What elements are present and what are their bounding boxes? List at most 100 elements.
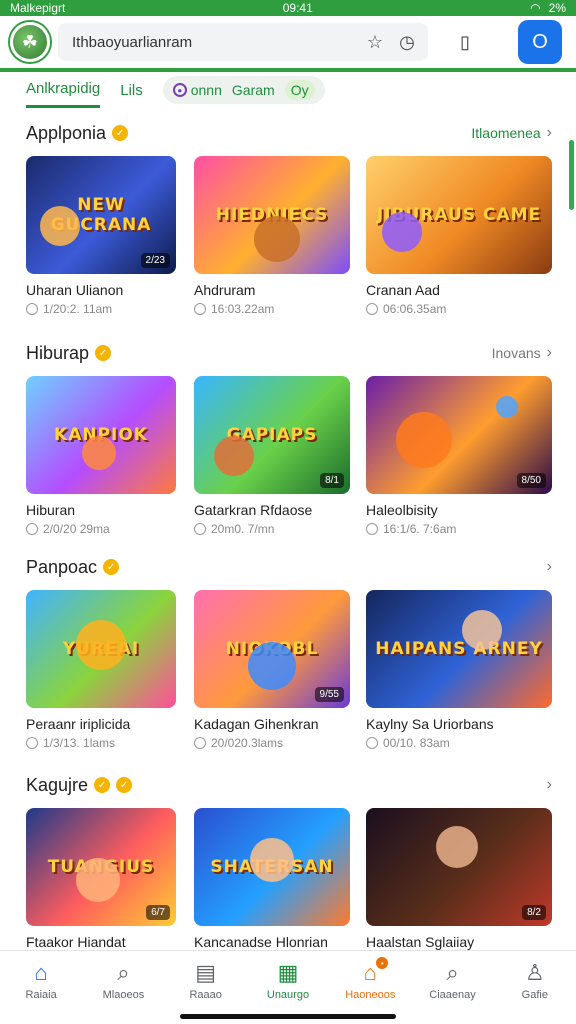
nav-home[interactable]: ⌂ Raiaia xyxy=(0,951,82,1010)
home-indicator[interactable] xyxy=(180,1014,396,1019)
time-icon xyxy=(26,737,38,749)
time-icon xyxy=(26,523,38,535)
tab-0[interactable]: Anlkrapidig xyxy=(26,72,101,108)
card-name: Ahdruram xyxy=(194,282,256,298)
nav-library[interactable]: ▤ Raaao xyxy=(165,951,247,1010)
card-meta: 20m0. 7/mn xyxy=(194,522,350,536)
card-name: Kaylny Sa Uriorbans xyxy=(366,716,494,732)
card-meta-text: 1/20:2. 11am xyxy=(43,302,113,316)
chip-0[interactable]: ● onnn xyxy=(172,82,222,98)
person-icon: ♙ xyxy=(524,959,545,985)
chevron-right-icon: › xyxy=(546,776,552,793)
card-meta-text: 16:1/6. 7:6am xyxy=(383,522,457,536)
card-name: Uharan Ulianon xyxy=(26,282,124,298)
nav-profile[interactable]: ♙ Gafie xyxy=(494,951,576,1010)
game-card[interactable]: SHATERSAN Kancanadse Hlonrian xyxy=(194,808,350,950)
nav-games[interactable]: ▦ Unaurgo xyxy=(247,951,329,1010)
chip-group: ● onnn Garam Oy xyxy=(162,76,325,104)
game-thumbnail[interactable]: SHATERSAN xyxy=(194,808,350,926)
card-meta: 20/020.3lams xyxy=(194,736,350,750)
verified-badge-icon: ✓ xyxy=(95,345,112,361)
card-meta: 00/10. 83am xyxy=(366,736,552,750)
character-shape xyxy=(214,436,254,476)
section-2: Panpoac ✓ › YUREAI Peraanr iriplicida 1/… xyxy=(0,552,576,750)
game-card[interactable]: YUREAI Peraanr iriplicida 1/3/13. 1lams xyxy=(26,590,176,750)
game-thumbnail[interactable]: NIOKOBL 9/55 xyxy=(194,590,350,708)
game-card[interactable]: JIBURAUS CAME Cranan Aad 06:06.35am xyxy=(366,156,552,316)
card-name: Hiburan xyxy=(26,502,76,518)
thumbnail-badge: 8/2 xyxy=(522,905,546,920)
see-more-link[interactable]: › xyxy=(547,776,552,794)
search-field[interactable]: Ithbaoyuarlianram ☆ ◷ xyxy=(58,23,428,61)
game-thumbnail[interactable]: TUANGIUS 6/7 xyxy=(26,808,176,926)
time-icon xyxy=(194,737,206,749)
nav-search[interactable]: ⌕ Mlaoeos xyxy=(82,951,164,1010)
card-meta: 16:1/6. 7:6am xyxy=(366,522,552,536)
game-thumbnail[interactable]: NEW GUCRANA 2/23 xyxy=(26,156,176,274)
chip-2[interactable]: Oy xyxy=(284,80,315,100)
info-icon[interactable]: ▯ xyxy=(450,27,480,57)
section-header: Kagujre ✓ ✓ › xyxy=(0,770,576,800)
card-row: NEW GUCRANA 2/23 Uharan Ulianon 1/20:2. … xyxy=(0,156,576,316)
nav-notifications[interactable]: ⌂ • Haoneoos xyxy=(329,951,411,1010)
game-thumbnail[interactable]: GAPIAPS 8/1 xyxy=(194,376,350,494)
card-meta-text: 06:06.35am xyxy=(383,302,447,316)
chip-0-label: onnn xyxy=(190,82,222,98)
see-more-link[interactable]: Inovans › xyxy=(492,344,552,362)
record-icon: ● xyxy=(172,83,187,97)
thumbnail-badge: 6/7 xyxy=(146,905,170,920)
game-thumbnail[interactable]: 8/2 xyxy=(366,808,552,926)
game-thumbnail[interactable]: JIBURAUS CAME xyxy=(366,156,552,274)
primary-action-button[interactable]: O xyxy=(518,20,562,64)
game-card[interactable]: NIOKOBL 9/55 Kadagan Gihenkran 20/020.3l… xyxy=(194,590,350,750)
nav-label: Mlaoeos xyxy=(102,988,145,1001)
character-shape xyxy=(382,212,422,252)
game-card[interactable]: KANPIOK Hiburan 2/0/20 29ma xyxy=(26,376,176,536)
game-thumbnail[interactable]: KANPIOK xyxy=(26,376,176,494)
card-name: Peraanr iriplicida xyxy=(26,716,131,732)
card-name: Kancanadse Hlonrian xyxy=(194,934,328,950)
character-shape xyxy=(254,216,300,262)
section-header: Panpoac ✓ › xyxy=(0,552,576,582)
card-meta: 2/0/20 29ma xyxy=(26,522,176,536)
card-meta: 06:06.35am xyxy=(366,302,552,316)
chip-1[interactable]: Garam xyxy=(232,82,275,98)
game-card[interactable]: HAIPANS ARNEY Kaylny Sa Uriorbans 00/10.… xyxy=(366,590,552,750)
section-0: Applponia ✓ Itlaomenea › NEW GUCRANA 2/2… xyxy=(0,118,576,316)
search-input[interactable]: Ithbaoyuarlianram xyxy=(72,34,354,51)
game-thumbnail[interactable]: YUREAI xyxy=(26,590,176,708)
game-card[interactable]: HIEDNIECS Ahdruram 16:03.22am xyxy=(194,156,350,316)
bottom-nav: ⌂ Raiaia ⌕ Mlaoeos ▤ Raaao ▦ Unaurgo ⌂ •… xyxy=(0,950,576,1010)
game-card[interactable]: GAPIAPS 8/1 Gatarkran Rfdaose 20m0. 7/mn xyxy=(194,376,350,536)
character-shape xyxy=(436,826,478,868)
nav-discover[interactable]: ⌕ Ciaaenay xyxy=(411,951,493,1010)
game-card[interactable]: NEW GUCRANA 2/23 Uharan Ulianon 1/20:2. … xyxy=(26,156,176,316)
card-meta: 1/3/13. 1lams xyxy=(26,736,176,750)
game-thumbnail[interactable]: HIEDNIECS xyxy=(194,156,350,274)
see-more-link[interactable]: › xyxy=(547,558,552,576)
time-icon xyxy=(366,737,378,749)
tab-1[interactable]: Lils xyxy=(120,74,143,107)
character-shape xyxy=(76,858,120,902)
game-card[interactable]: 8/50 Haleolbisity 16:1/6. 7:6am xyxy=(366,376,552,536)
see-more-link[interactable]: Itlaomenea › xyxy=(471,124,552,142)
chevron-right-icon: › xyxy=(546,124,552,141)
game-thumbnail[interactable]: 8/50 xyxy=(366,376,552,494)
game-card[interactable]: 8/2 Haalstan Sglaiiay xyxy=(366,808,552,950)
section-title: Hiburap ✓ xyxy=(26,343,112,364)
game-card[interactable]: TUANGIUS 6/7 Ftaakor Hiandat xyxy=(26,808,176,950)
section-header: Hiburap ✓ Inovans › xyxy=(0,338,576,368)
section-3: Kagujre ✓ ✓ › TUANGIUS 6/7 Ftaakor Hiand… xyxy=(0,770,576,950)
card-meta-text: 20m0. 7/mn xyxy=(211,522,275,536)
verified-badge-icon: ✓ xyxy=(103,559,120,575)
nav-label: Unaurgo xyxy=(266,988,310,1001)
card-name: Ftaakor Hiandat xyxy=(26,934,126,950)
section-title: Kagujre ✓ ✓ xyxy=(26,775,133,796)
nav-label: Raaao xyxy=(189,988,222,1001)
verified-badge-icon: ✓ xyxy=(116,777,133,793)
time-icon xyxy=(26,303,38,315)
star-icon[interactable]: ☆ xyxy=(364,32,386,53)
game-thumbnail[interactable]: HAIPANS ARNEY xyxy=(366,590,552,708)
clock-icon[interactable]: ◷ xyxy=(396,32,418,53)
avatar[interactable]: ☘ xyxy=(10,22,50,62)
